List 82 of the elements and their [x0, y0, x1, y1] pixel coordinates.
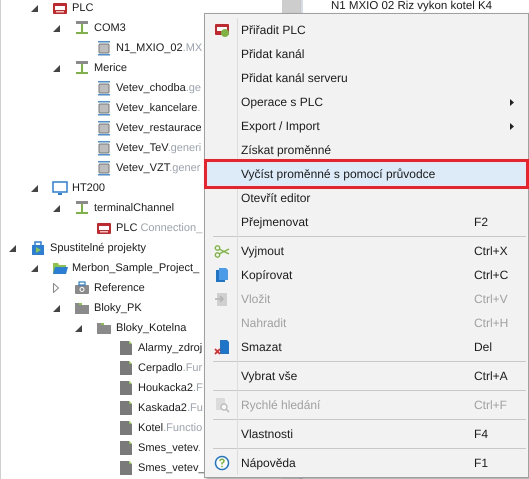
- tree-item[interactable]: COM3: [94, 21, 126, 35]
- tree-item[interactable]: Smes_vetev.: [138, 441, 201, 455]
- folder-icon: [96, 320, 112, 336]
- tree-item[interactable]: Merbon_Sample_Project_: [72, 261, 200, 275]
- search-icon: [214, 397, 230, 413]
- help-icon: [214, 455, 230, 471]
- collapse-arrow-icon[interactable]: [53, 304, 60, 312]
- submenu-arrow-icon: [510, 123, 514, 130]
- copy-icon: [214, 267, 230, 283]
- tree-item[interactable]: Spustitelné projekty: [50, 241, 146, 255]
- menu-item[interactable]: Přidat kanál serveru: [207, 66, 526, 90]
- tree-item[interactable]: Vetev_VZT.gener: [116, 161, 200, 175]
- menu-item[interactable]: Operace s PLC: [207, 90, 526, 114]
- collapse-arrow-icon[interactable]: [31, 4, 38, 12]
- collapse-arrow-icon[interactable]: [53, 204, 60, 212]
- tree-item[interactable]: Vetev_TeV.generi: [116, 141, 202, 155]
- tree-item[interactable]: Bloky_PK: [94, 301, 142, 315]
- device-icon: [96, 100, 112, 116]
- menu-item[interactable]: Vybrat vše Ctrl+A: [207, 364, 526, 388]
- plc-icon: [214, 22, 230, 38]
- device-icon: [96, 80, 112, 96]
- tree-item[interactable]: Kotel.Functio: [138, 421, 202, 435]
- tree-item[interactable]: Vetev_chodba.ge: [116, 81, 202, 95]
- document-icon: [118, 360, 134, 376]
- device-icon: [96, 140, 112, 156]
- tree-item[interactable]: Houkacka2.F: [138, 381, 203, 395]
- document-icon: [118, 440, 134, 456]
- briefcase-icon: [74, 280, 90, 296]
- menu-item[interactable]: Kopírovat Ctrl+C: [207, 263, 526, 287]
- tree-item[interactable]: Kaskada2.Fu: [138, 401, 203, 415]
- tree-item[interactable]: Vetev_restaurace: [116, 121, 202, 135]
- tree-item[interactable]: Reference: [94, 281, 145, 295]
- scissors-icon: [214, 243, 230, 259]
- tree-item[interactable]: Cerpadlo.Fur: [138, 361, 202, 375]
- device-icon: [96, 160, 112, 176]
- menu-item[interactable]: Vlastnosti F4: [207, 422, 526, 446]
- folder-icon: [52, 260, 68, 276]
- document-icon: [118, 420, 134, 436]
- plc-icon: [96, 220, 112, 236]
- paste-icon: [214, 291, 230, 307]
- panel-title: N1 MXIO 02 Riz vykon kotel K4: [331, 0, 494, 12]
- tree-item[interactable]: PLC Connection_: [116, 221, 202, 235]
- delete-icon: [214, 339, 230, 355]
- folder-icon: [74, 300, 90, 316]
- menu-item[interactable]: Vyjmout Ctrl+X: [207, 239, 526, 263]
- menu-item[interactable]: Vyčíst proměnné s pomocí průvodce: [207, 162, 526, 186]
- device-icon: [96, 40, 112, 56]
- collapse-arrow-icon[interactable]: [9, 244, 16, 252]
- collapse-arrow-icon[interactable]: [75, 324, 82, 332]
- document-icon: [118, 460, 134, 476]
- tree-item[interactable]: terminalChannel: [94, 201, 174, 215]
- monitor-icon: [52, 180, 68, 196]
- project-icon: [30, 240, 46, 256]
- menu-item[interactable]: Otevřít editor: [207, 186, 526, 210]
- tree-item[interactable]: PLC: [72, 1, 94, 15]
- channel-icon: [74, 20, 90, 36]
- tree-item[interactable]: HT200: [72, 181, 106, 195]
- channel-icon: [74, 60, 90, 76]
- collapse-arrow-icon[interactable]: [31, 184, 38, 192]
- tree-item[interactable]: Merice: [94, 61, 128, 75]
- device-icon: [96, 120, 112, 136]
- expand-arrow-icon[interactable]: [53, 283, 59, 293]
- channel-icon: [74, 200, 90, 216]
- menu-item[interactable]: Nápověda F1: [207, 451, 526, 475]
- submenu-arrow-icon: [510, 99, 514, 106]
- menu-item[interactable]: Smazat Del: [207, 335, 526, 359]
- menu-item[interactable]: Export / Import: [207, 114, 526, 138]
- menu-item[interactable]: Získat proměnné: [207, 138, 526, 162]
- document-icon: [118, 340, 134, 356]
- menu-item[interactable]: Přidat kanál: [207, 42, 526, 66]
- tree-item[interactable]: Bloky_Kotelna: [116, 321, 186, 335]
- tree-item[interactable]: Smes_vetev_: [138, 461, 205, 475]
- collapse-arrow-icon[interactable]: [31, 264, 38, 272]
- tree-item[interactable]: Vetev_kancelare.: [116, 101, 200, 115]
- collapse-arrow-icon[interactable]: [53, 24, 60, 32]
- document-icon: [118, 380, 134, 396]
- document-icon: [118, 400, 134, 416]
- tree-item[interactable]: Alarmy_zdroj: [138, 341, 202, 355]
- collapse-arrow-icon[interactable]: [53, 64, 60, 72]
- menu-item[interactable]: Přejmenovat F2: [207, 210, 526, 234]
- tree-item[interactable]: N1_MXIO_02.MX: [116, 41, 202, 55]
- menu-item[interactable]: Přiřadit PLC: [207, 18, 526, 42]
